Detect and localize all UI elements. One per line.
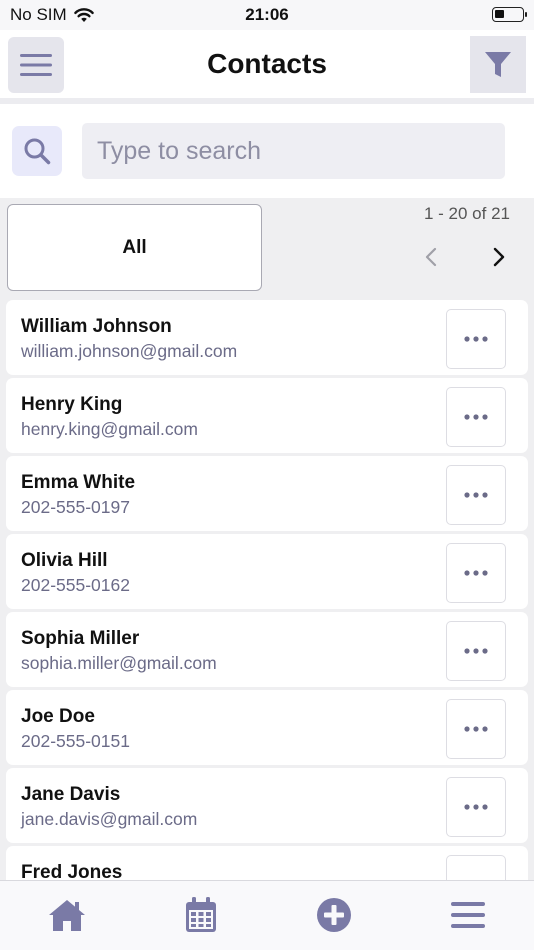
search-area <box>0 104 534 198</box>
chevron-right-icon <box>493 247 505 267</box>
filter-button[interactable] <box>470 36 526 93</box>
contact-row[interactable]: Olivia Hill 202-555-0162 <box>6 534 528 609</box>
app-header: Contacts <box>0 30 534 98</box>
contact-detail: jane.davis@gmail.com <box>21 809 198 829</box>
tab-all[interactable]: All <box>7 204 262 291</box>
chevron-left-icon <box>425 247 437 267</box>
calendar-icon <box>186 897 216 932</box>
menu-icon <box>451 902 485 928</box>
more-options-button[interactable] <box>446 309 506 369</box>
contact-name: Fred Jones <box>21 862 123 880</box>
contact-row[interactable]: Jane Davis jane.davis@gmail.com <box>6 768 528 843</box>
search-input[interactable] <box>82 123 505 179</box>
contact-name: Olivia Hill <box>21 550 108 571</box>
pagination-label: 1 - 20 of 21 <box>423 204 510 223</box>
contact-list: William Johnson william.johnson@gmail.co… <box>0 297 534 880</box>
ellipsis-icon <box>464 804 488 810</box>
contact-name: Jane Davis <box>21 784 121 805</box>
ellipsis-icon <box>464 648 488 654</box>
contact-row[interactable]: Henry King henry.king@gmail.com <box>6 378 528 453</box>
contact-detail: 202-555-0162 <box>21 575 130 595</box>
contact-detail: 202-555-0197 <box>21 497 130 517</box>
home-icon <box>49 900 85 931</box>
ellipsis-icon <box>464 570 488 576</box>
contact-row[interactable]: Sophia Miller sophia.miller@gmail.com <box>6 612 528 687</box>
add-circle-icon <box>317 898 351 932</box>
contact-name: Henry King <box>21 394 123 415</box>
contact-detail: 202-555-0151 <box>21 731 130 751</box>
contact-name: Emma White <box>21 472 136 493</box>
contact-name: Sophia Miller <box>21 628 140 649</box>
contact-row[interactable]: Fred Jones <box>6 846 528 880</box>
contact-name: William Johnson <box>21 316 172 337</box>
more-options-button[interactable] <box>446 543 506 603</box>
status-time: 21:06 <box>245 5 289 24</box>
more-options-button[interactable] <box>446 777 506 837</box>
previous-page-button[interactable] <box>418 244 444 270</box>
more-options-button[interactable] <box>446 465 506 525</box>
contact-row[interactable]: Emma White 202-555-0197 <box>6 456 528 531</box>
next-page-button[interactable] <box>486 244 512 270</box>
battery-icon <box>492 7 527 22</box>
contact-name: Joe Doe <box>21 706 95 727</box>
more-options-button[interactable] <box>446 621 506 681</box>
more-options-button[interactable] <box>446 387 506 447</box>
tab-home[interactable] <box>47 895 87 935</box>
ellipsis-icon <box>464 726 488 732</box>
filter-row: All 1 - 20 of 21 <box>0 198 534 296</box>
tab-menu[interactable] <box>448 895 488 935</box>
funnel-icon <box>485 51 511 77</box>
bottom-tab-bar <box>0 880 534 950</box>
more-options-button[interactable] <box>446 699 506 759</box>
contact-row[interactable]: William Johnson william.johnson@gmail.co… <box>6 300 528 375</box>
contact-detail: sophia.miller@gmail.com <box>21 653 217 673</box>
more-options-button[interactable] <box>446 855 506 880</box>
contact-row[interactable]: Joe Doe 202-555-0151 <box>6 690 528 765</box>
page-title: Contacts <box>207 48 327 79</box>
ellipsis-icon <box>464 336 488 342</box>
tab-calendar[interactable] <box>181 895 221 935</box>
contact-detail: william.johnson@gmail.com <box>21 341 238 361</box>
tab-add[interactable] <box>314 895 354 935</box>
search-button[interactable] <box>12 126 62 176</box>
ellipsis-icon <box>464 414 488 420</box>
contact-detail: henry.king@gmail.com <box>21 419 198 439</box>
search-icon <box>24 138 51 165</box>
ellipsis-icon <box>464 492 488 498</box>
status-bar: No SIM 21:06 <box>0 0 534 30</box>
